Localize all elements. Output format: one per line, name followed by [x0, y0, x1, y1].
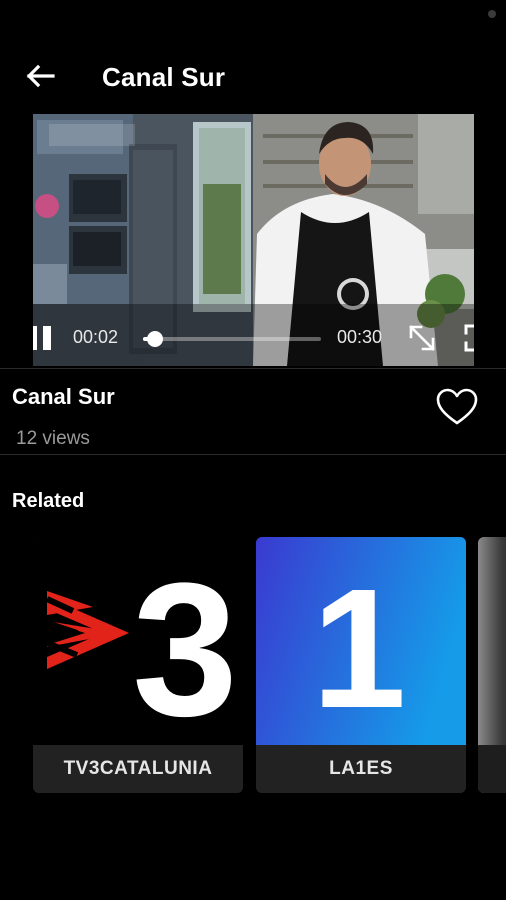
related-card-partial[interactable]: [478, 537, 506, 793]
view-count: 12 views: [16, 428, 90, 449]
back-button[interactable]: [22, 58, 58, 94]
arrow-left-icon: [26, 64, 55, 88]
tv3-logo: 3: [33, 537, 243, 745]
app-bar: Canal Sur: [0, 40, 506, 110]
related-card-label: LA1ES: [256, 745, 466, 793]
pause-icon[interactable]: [33, 324, 53, 352]
divider: [0, 368, 506, 369]
related-card-la1es[interactable]: 1 LA1ES: [256, 537, 466, 793]
la1-logo: 1: [256, 537, 466, 745]
related-heading: Related: [12, 490, 85, 512]
heart-icon[interactable]: [436, 388, 478, 426]
status-indicator: [488, 10, 496, 18]
fullscreen-icon[interactable]: [463, 323, 474, 353]
current-time: 00:02: [73, 327, 119, 347]
tv3-logo-text: 3: [132, 544, 238, 745]
seek-bar[interactable]: [143, 331, 321, 347]
related-card-partial-label: [478, 745, 506, 793]
related-card-tv3catalunia[interactable]: 3 TV3CATALUNIA: [33, 537, 243, 793]
player-controls: 00:02 00:30: [33, 114, 474, 366]
status-bar: [0, 0, 506, 28]
page-title: Canal Sur: [102, 62, 226, 92]
related-card-label: TV3CATALUNIA: [33, 745, 243, 793]
divider: [0, 454, 506, 455]
channel-title: Canal Sur: [12, 384, 115, 409]
total-time: 00:30: [337, 327, 383, 347]
seek-thumb[interactable]: [146, 331, 163, 347]
resize-icon[interactable]: [407, 323, 437, 353]
la1-logo-text: 1: [312, 554, 407, 744]
video-player[interactable]: 00:02 00:30: [33, 114, 474, 366]
